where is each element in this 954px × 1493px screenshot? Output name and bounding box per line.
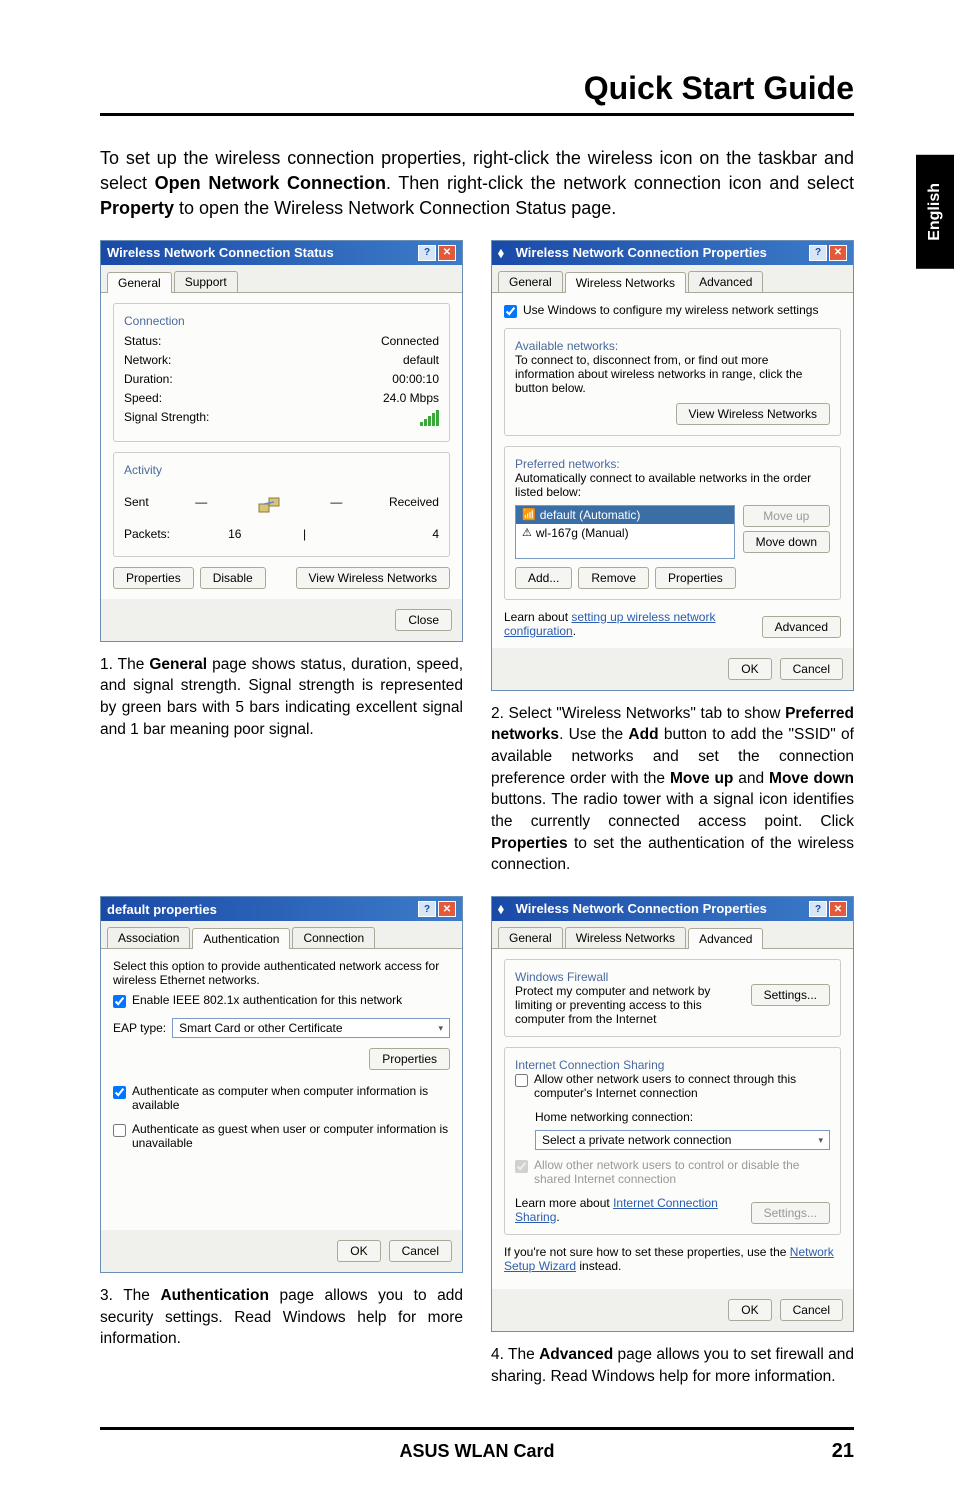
network-icon: ⬧ [498, 901, 512, 917]
antenna-icon: 📶 [522, 508, 536, 521]
enable-8021x-checkbox[interactable] [113, 995, 126, 1008]
properties-button[interactable]: Properties [113, 567, 194, 589]
network-activity-icon [254, 487, 284, 517]
header-divider [100, 113, 854, 116]
disable-button[interactable]: Disable [200, 567, 266, 589]
add-button[interactable]: Add... [515, 567, 572, 589]
language-tab: English [916, 155, 954, 269]
caption-1: 1. The General page shows status, durati… [100, 654, 463, 741]
close-dialog-button[interactable]: Close [395, 609, 452, 631]
allow-others-checkbox[interactable] [515, 1074, 528, 1087]
dialog-default-properties: default properties ? ✕ Association Authe… [100, 896, 463, 1273]
tab-general[interactable]: General [498, 271, 563, 292]
caption-3: 3. The Authentication page allows you to… [100, 1285, 463, 1350]
cancel-button[interactable]: Cancel [780, 658, 843, 680]
auth-as-computer-checkbox[interactable] [113, 1086, 126, 1099]
move-down-button[interactable]: Move down [743, 531, 830, 553]
close-button[interactable]: ✕ [829, 901, 847, 917]
ok-button[interactable]: OK [337, 1240, 380, 1262]
cancel-button[interactable]: Cancel [780, 1299, 843, 1321]
page-header: Quick Start Guide [100, 70, 854, 107]
use-windows-checkbox[interactable] [504, 305, 517, 318]
tab-support[interactable]: Support [174, 271, 238, 292]
dialog-titlebar: Wireless Network Connection Status ? ✕ [101, 241, 462, 265]
help-button[interactable]: ? [809, 901, 827, 917]
close-button[interactable]: ✕ [438, 245, 456, 261]
signal-strength-icon [420, 410, 439, 426]
tab-wireless-networks[interactable]: Wireless Networks [565, 927, 686, 948]
caption-2: 2. Select "Wireless Networks" tab to sho… [491, 703, 854, 877]
tab-general[interactable]: General [107, 272, 172, 293]
ok-button[interactable]: OK [728, 658, 771, 680]
available-networks-group: Available networks: To connect to, disco… [504, 328, 841, 436]
cancel-button[interactable]: Cancel [389, 1240, 452, 1262]
help-button[interactable]: ? [418, 245, 436, 261]
tab-connection[interactable]: Connection [292, 927, 375, 948]
tab-advanced[interactable]: Advanced [688, 928, 763, 949]
ics-settings-button[interactable]: Settings... [751, 1202, 830, 1224]
dialog-title: ⬧ Wireless Network Connection Properties [498, 901, 767, 917]
page-title: Quick Start Guide [584, 70, 854, 107]
view-wireless-networks-button[interactable]: View Wireless Networks [296, 567, 450, 589]
network-icon: ⬧ [498, 245, 512, 261]
ok-button[interactable]: OK [728, 1299, 771, 1321]
dialog-title: Wireless Network Connection Status [107, 245, 334, 260]
activity-group: Activity Sent — — Received Packets:16|4 [113, 452, 450, 557]
connection-group: Connection Status:Connected Network:defa… [113, 303, 450, 442]
eap-properties-button[interactable]: Properties [369, 1048, 450, 1070]
preferred-networks-list[interactable]: 📶default (Automatic) ⚠wl-167g (Manual) [515, 505, 735, 559]
footer-product-name: ASUS WLAN Card [160, 1441, 794, 1462]
list-item[interactable]: ⚠wl-167g (Manual) [516, 524, 734, 542]
help-button[interactable]: ? [809, 245, 827, 261]
move-up-button[interactable]: Move up [743, 505, 830, 527]
close-button[interactable]: ✕ [829, 245, 847, 261]
eap-type-select[interactable]: Smart Card or other Certificate▾ [172, 1018, 450, 1038]
preferred-networks-group: Preferred networks: Automatically connec… [504, 446, 841, 600]
chevron-down-icon: ▾ [818, 1135, 823, 1146]
tab-association[interactable]: Association [107, 927, 190, 948]
dialog-connection-status: Wireless Network Connection Status ? ✕ G… [100, 240, 463, 642]
auth-as-guest-checkbox[interactable] [113, 1124, 126, 1137]
allow-control-checkbox [515, 1160, 528, 1173]
dialog-title: ⬧ Wireless Network Connection Properties [498, 245, 767, 261]
firewall-settings-button[interactable]: Settings... [751, 984, 830, 1006]
help-button[interactable]: ? [418, 901, 436, 917]
dialog-connection-properties-advanced: ⬧ Wireless Network Connection Properties… [491, 896, 854, 1332]
chevron-down-icon: ▾ [438, 1023, 443, 1034]
ics-group: Internet Connection Sharing Allow other … [504, 1047, 841, 1235]
properties-button[interactable]: Properties [655, 567, 736, 589]
tab-authentication[interactable]: Authentication [192, 928, 290, 949]
view-wireless-networks-button[interactable]: View Wireless Networks [676, 403, 830, 425]
list-item[interactable]: 📶default (Automatic) [516, 506, 734, 524]
dialog-title: default properties [107, 902, 217, 917]
close-button[interactable]: ✕ [438, 901, 456, 917]
tab-wireless-networks[interactable]: Wireless Networks [565, 272, 686, 293]
dialog-tabs: General Support [101, 265, 462, 293]
dialog-connection-properties: ⬧ Wireless Network Connection Properties… [491, 240, 854, 691]
page-footer: ASUS WLAN Card 21 [100, 1427, 854, 1463]
advanced-button[interactable]: Advanced [762, 616, 841, 638]
antenna-icon: ⚠ [522, 526, 532, 539]
tab-advanced[interactable]: Advanced [688, 271, 763, 292]
remove-button[interactable]: Remove [578, 567, 649, 589]
tab-general[interactable]: General [498, 927, 563, 948]
windows-firewall-group: Windows Firewall Protect my computer and… [504, 959, 841, 1037]
intro-paragraph: To set up the wireless connection proper… [100, 146, 854, 222]
caption-4: 4. The Advanced page allows you to set f… [491, 1344, 854, 1387]
page-number: 21 [794, 1440, 854, 1463]
home-network-select[interactable]: Select a private network connection▾ [535, 1130, 830, 1150]
